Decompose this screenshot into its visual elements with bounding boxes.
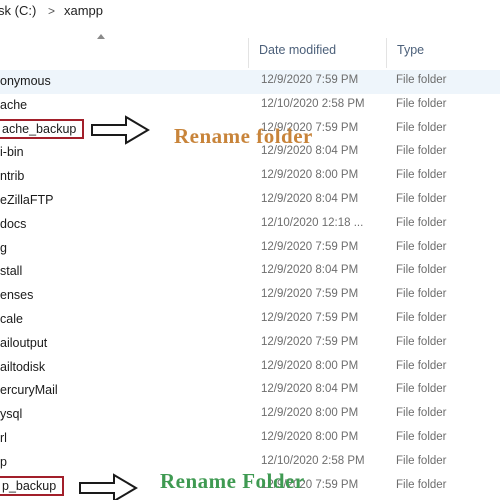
file-type: File folder <box>396 240 447 253</box>
date-modified: 12/9/2020 8:04 PM <box>261 192 359 205</box>
folder-name-highlighted[interactable]: p_backup <box>0 475 65 496</box>
column-header-type[interactable]: Type <box>397 43 424 57</box>
folder-name[interactable]: g <box>0 241 7 255</box>
folder-name[interactable]: ysql <box>0 407 22 421</box>
date-modified: 12/9/2020 8:00 PM <box>261 359 359 372</box>
date-modified: 12/9/2020 8:04 PM <box>261 264 359 277</box>
folder-name[interactable]: ercuryMail <box>0 383 58 397</box>
file-row[interactable]: onymous 12/9/2020 7:59 PM File folder <box>0 70 500 94</box>
date-modified: 12/9/2020 7:59 PM <box>261 74 359 86</box>
folder-name[interactable]: docs <box>0 217 26 231</box>
file-row[interactable]: ailtodisk 12/9/2020 8:00 PM File folder <box>0 356 500 380</box>
file-type: File folder <box>396 407 447 420</box>
folder-name[interactable]: ache <box>0 98 27 112</box>
date-modified: 12/9/2020 8:00 PM <box>261 430 359 443</box>
file-type: File folder <box>396 216 447 229</box>
file-type: File folder <box>396 288 447 301</box>
address-bar[interactable]: sk (C:) > xampp <box>0 0 500 27</box>
sort-ascending-icon[interactable] <box>97 34 105 39</box>
file-type: File folder <box>396 192 447 205</box>
folder-name[interactable]: ailtodisk <box>0 360 45 374</box>
file-type: File folder <box>396 74 447 86</box>
file-type: File folder <box>396 97 447 110</box>
file-type: File folder <box>396 264 447 277</box>
breadcrumb-drive[interactable]: sk (C:) <box>0 3 36 18</box>
folder-name[interactable]: ailoutput <box>0 336 47 350</box>
file-type: File folder <box>396 311 447 324</box>
folder-name[interactable]: i-bin <box>0 145 24 159</box>
file-row[interactable]: ysql 12/9/2020 8:00 PM File folder <box>0 403 500 427</box>
date-modified: 12/9/2020 7:59 PM <box>261 311 359 324</box>
file-type: File folder <box>396 145 447 158</box>
file-type: File folder <box>396 359 447 372</box>
file-row[interactable]: ercuryMail 12/9/2020 8:04 PM File folder <box>0 379 500 403</box>
file-row[interactable]: g 12/9/2020 7:59 PM File folder <box>0 237 500 261</box>
date-modified: 12/10/2020 12:18 ... <box>261 216 364 229</box>
date-modified: 12/10/2020 2:58 PM <box>261 97 365 110</box>
annotation-rename-folder-top: Rename folder <box>174 124 313 148</box>
file-row[interactable]: enses 12/9/2020 7:59 PM File folder <box>0 284 500 308</box>
column-divider[interactable] <box>248 38 249 68</box>
breadcrumb-separator: > <box>48 4 56 18</box>
date-modified: 12/9/2020 8:00 PM <box>261 169 359 182</box>
folder-name[interactable]: eZillaFTP <box>0 193 53 207</box>
file-row[interactable]: cale 12/9/2020 7:59 PM File folder <box>0 308 500 332</box>
arrow-right-icon <box>91 115 150 145</box>
folder-name[interactable]: p <box>0 455 7 469</box>
folder-name[interactable]: ntrib <box>0 169 24 183</box>
file-row[interactable]: rl 12/9/2020 8:00 PM File folder <box>0 427 500 451</box>
file-type: File folder <box>396 335 447 348</box>
annotation-rename-folder-bottom: Rename Folder <box>160 469 305 493</box>
arrow-right-icon <box>79 473 138 500</box>
folder-name[interactable]: rl <box>0 431 7 445</box>
file-row[interactable]: docs 12/10/2020 12:18 ... File folder <box>0 213 500 237</box>
file-type: File folder <box>396 454 447 467</box>
date-modified: 12/9/2020 7:59 PM <box>261 240 359 253</box>
column-header-row: Date modified Type <box>0 26 500 74</box>
file-row[interactable]: stall 12/9/2020 8:04 PM File folder <box>0 260 500 284</box>
file-type: File folder <box>396 478 447 491</box>
date-modified: 12/9/2020 7:59 PM <box>261 335 359 348</box>
file-row[interactable]: eZillaFTP 12/9/2020 8:04 PM File folder <box>0 189 500 213</box>
file-type: File folder <box>396 121 447 134</box>
date-modified: 12/10/2020 2:58 PM <box>261 454 365 467</box>
folder-name[interactable]: cale <box>0 312 23 326</box>
date-modified: 12/9/2020 8:00 PM <box>261 407 359 420</box>
date-modified: 12/9/2020 8:04 PM <box>261 383 359 396</box>
file-row[interactable]: ache 12/10/2020 2:58 PM File folder <box>0 94 500 118</box>
folder-name[interactable]: stall <box>0 264 22 278</box>
breadcrumb-folder[interactable]: xampp <box>64 3 103 18</box>
file-row[interactable]: ntrib 12/9/2020 8:00 PM File folder <box>0 165 500 189</box>
file-type: File folder <box>396 383 447 396</box>
file-type: File folder <box>396 169 447 182</box>
date-modified: 12/9/2020 7:59 PM <box>261 288 359 301</box>
column-divider[interactable] <box>386 38 387 68</box>
column-header-date-modified[interactable]: Date modified <box>259 43 336 57</box>
folder-name[interactable]: onymous <box>0 74 51 88</box>
file-row[interactable]: ailoutput 12/9/2020 7:59 PM File folder <box>0 332 500 356</box>
folder-name-highlighted[interactable]: ache_backup <box>0 118 85 139</box>
folder-name[interactable]: enses <box>0 288 33 302</box>
file-type: File folder <box>396 430 447 443</box>
